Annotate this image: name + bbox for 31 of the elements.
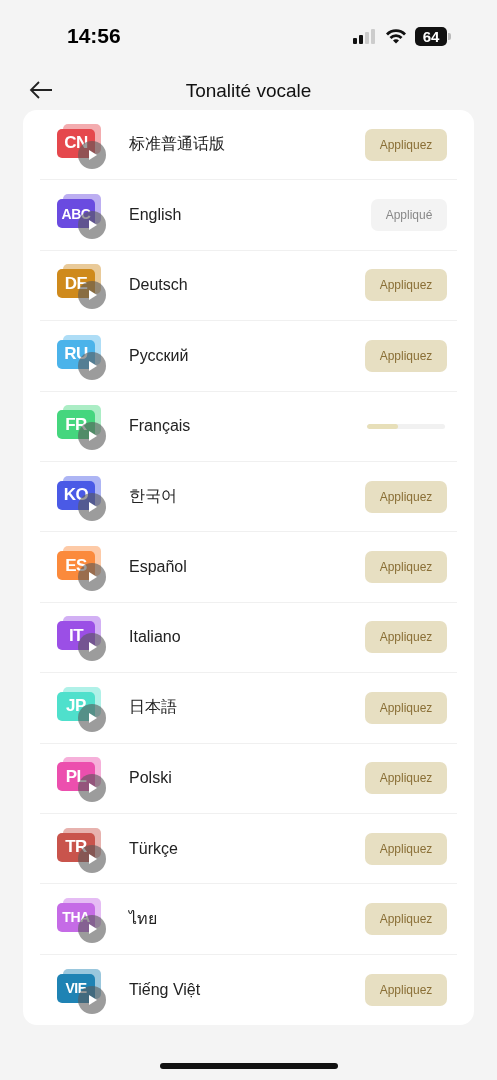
applied-button[interactable]: Appliqué xyxy=(371,199,447,232)
language-name: ไทย xyxy=(129,909,158,930)
apply-button[interactable]: Appliquez xyxy=(365,832,447,865)
page-title: Tonalité vocale xyxy=(185,80,312,102)
signal-icon xyxy=(353,28,377,44)
language-name: English xyxy=(129,206,183,225)
apply-button[interactable]: Appliquez xyxy=(365,339,447,372)
apply-button[interactable]: Appliquez xyxy=(365,621,447,654)
language-name: 한국어 xyxy=(129,486,178,507)
language-name: Türkçe xyxy=(129,839,179,858)
language-name: Русский xyxy=(129,346,190,365)
battery-icon: 64 xyxy=(415,26,447,46)
language-name: 日本語 xyxy=(129,697,178,718)
apply-button[interactable]: Appliquez xyxy=(365,903,447,935)
apply-button[interactable]: Appliquez xyxy=(365,128,447,161)
language-name: Deutsch xyxy=(129,276,189,295)
language-name: Polski xyxy=(129,769,173,788)
language-name: Tiếng Việt xyxy=(129,980,202,999)
language-name: Français xyxy=(129,417,192,436)
language-name: Italiano xyxy=(129,628,182,647)
clock: 14:56 xyxy=(67,24,121,48)
wifi-icon xyxy=(385,28,407,44)
apply-button[interactable]: Appliquez xyxy=(365,691,447,724)
apply-button[interactable]: Appliquez xyxy=(365,480,447,513)
language-name: Español xyxy=(129,558,188,577)
back-arrow-icon[interactable] xyxy=(29,80,53,100)
apply-button[interactable]: Appliquez xyxy=(365,551,447,584)
language-name: 标准普通话版 xyxy=(129,134,226,155)
apply-button[interactable]: Appliquez xyxy=(365,269,447,302)
apply-button[interactable]: Appliquez xyxy=(365,762,447,795)
apply-button[interactable]: Appliquez xyxy=(365,973,447,1006)
